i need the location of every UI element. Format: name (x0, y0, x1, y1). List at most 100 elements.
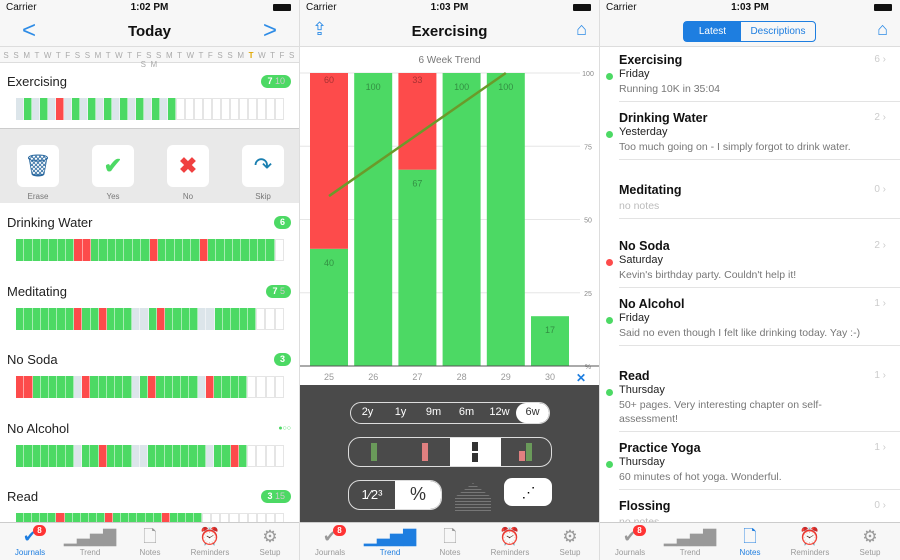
day-cell[interactable] (120, 98, 128, 120)
day-cell[interactable] (212, 98, 221, 120)
day-cell[interactable] (73, 308, 83, 330)
tab-setup[interactable]: ⚙ Setup (540, 526, 599, 557)
day-cell[interactable] (222, 445, 231, 467)
day-cell[interactable] (266, 239, 275, 261)
chart-style-selector[interactable] (348, 437, 552, 467)
tab-notes[interactable]: 🗋 Notes (120, 526, 180, 557)
tab-journals[interactable]: ✔ Journals 8 (600, 525, 660, 557)
note-item[interactable]: Practice Yoga Thursday 60 minutes of hot y… (606, 436, 900, 490)
day-cell[interactable] (107, 308, 116, 330)
day-cell[interactable] (149, 239, 158, 261)
day-cell[interactable] (256, 376, 266, 398)
day-cell[interactable] (168, 98, 176, 120)
segment-latest[interactable]: Latest (684, 22, 741, 41)
day-cell[interactable] (185, 98, 194, 120)
tab-trend[interactable]: ▁▃▅▇ Trend (360, 526, 420, 557)
tab-trend[interactable]: ▁▃▅▇ Trend (60, 526, 120, 557)
tag-icon[interactable]: ⌂ (877, 19, 888, 40)
day-cell[interactable] (256, 445, 266, 467)
day-cell[interactable] (24, 308, 33, 330)
day-cell[interactable] (132, 239, 142, 261)
day-cell[interactable] (139, 445, 148, 467)
day-cell[interactable] (274, 308, 284, 330)
day-cell[interactable] (172, 376, 181, 398)
day-cell[interactable] (115, 445, 124, 467)
day-cell[interactable] (82, 308, 91, 330)
day-cell[interactable] (176, 98, 185, 120)
day-cell[interactable] (230, 445, 239, 467)
tab-notes[interactable]: 🗋 Notes (720, 526, 780, 557)
day-cell[interactable] (80, 98, 88, 120)
day-cell[interactable] (205, 376, 214, 398)
day-cell[interactable] (141, 239, 150, 261)
day-cell[interactable] (140, 308, 149, 330)
day-cell[interactable] (124, 239, 133, 261)
day-cell[interactable] (90, 376, 99, 398)
day-cell[interactable] (224, 239, 233, 261)
day-cell[interactable] (216, 239, 225, 261)
day-cell[interactable] (32, 308, 41, 330)
day-cell[interactable] (256, 308, 266, 330)
range-6w[interactable]: 6w (516, 403, 549, 423)
day-cell[interactable] (123, 445, 132, 467)
day-cell[interactable] (49, 445, 58, 467)
close-icon[interactable]: ✕ (576, 371, 586, 385)
note-item[interactable]: Exercising Friday Running 10K in 35:04 6 › (606, 48, 900, 102)
day-cell[interactable] (156, 376, 165, 398)
day-cell[interactable] (181, 445, 190, 467)
day-cell[interactable] (24, 239, 33, 261)
day-cell[interactable] (197, 445, 206, 467)
day-cell[interactable] (205, 445, 214, 467)
day-cell[interactable] (139, 376, 148, 398)
day-cell[interactable] (265, 308, 275, 330)
day-cell[interactable] (91, 239, 100, 261)
day-cell[interactable] (82, 376, 91, 398)
day-cell[interactable] (247, 376, 257, 398)
day-cell[interactable] (64, 98, 72, 120)
note-item[interactable]: Drinking Water Yesterday Too much going on… (606, 106, 900, 160)
day-cell[interactable] (214, 308, 224, 330)
day-cell[interactable] (57, 445, 66, 467)
trendline-toggle-icon[interactable]: ⋰ (504, 478, 552, 506)
range-1y[interactable]: 1y (384, 403, 417, 423)
day-cell[interactable] (40, 376, 49, 398)
day-cell[interactable] (222, 376, 231, 398)
day-cell[interactable] (24, 98, 32, 120)
day-cell[interactable] (16, 445, 25, 467)
day-cell[interactable] (173, 308, 182, 330)
tab-journals[interactable]: ✔ Journals 8 (300, 525, 360, 557)
day-cell[interactable] (131, 308, 141, 330)
tab-reminders[interactable]: ⏰ Reminders (480, 526, 540, 557)
x-icon[interactable]: ✖ (167, 145, 209, 187)
day-cell[interactable] (41, 239, 50, 261)
day-cell[interactable] (207, 239, 217, 261)
next-chevron-icon[interactable]: > (263, 17, 277, 45)
day-cell[interactable] (257, 239, 267, 261)
day-cell[interactable] (123, 376, 132, 398)
day-cell[interactable] (274, 239, 284, 261)
day-cell[interactable] (181, 376, 190, 398)
day-cell[interactable] (206, 308, 215, 330)
day-cell[interactable] (239, 98, 248, 120)
range-6m[interactable]: 6m (450, 403, 483, 423)
day-cell[interactable] (90, 445, 99, 467)
day-cell[interactable] (182, 239, 192, 261)
day-cell[interactable] (191, 239, 200, 261)
note-item[interactable]: Read Thursday 50+ pages. Very interesting … (606, 364, 900, 432)
day-cell[interactable] (123, 308, 132, 330)
day-cell[interactable] (65, 445, 74, 467)
day-cell[interactable] (82, 239, 92, 261)
day-cell[interactable] (99, 239, 108, 261)
day-cell[interactable] (131, 445, 140, 467)
day-cell[interactable] (144, 98, 152, 120)
tab-setup[interactable]: ⚙ Setup (840, 526, 900, 557)
day-cell[interactable] (131, 376, 140, 398)
day-cell[interactable] (166, 239, 175, 261)
day-cell[interactable] (189, 376, 198, 398)
value-mode-selector[interactable]: 1⁄2³ % (348, 480, 442, 510)
day-cell[interactable] (214, 376, 223, 398)
day-cell[interactable] (24, 445, 33, 467)
day-cell[interactable] (49, 308, 58, 330)
day-cell[interactable] (248, 98, 257, 120)
day-cell[interactable] (199, 239, 208, 261)
